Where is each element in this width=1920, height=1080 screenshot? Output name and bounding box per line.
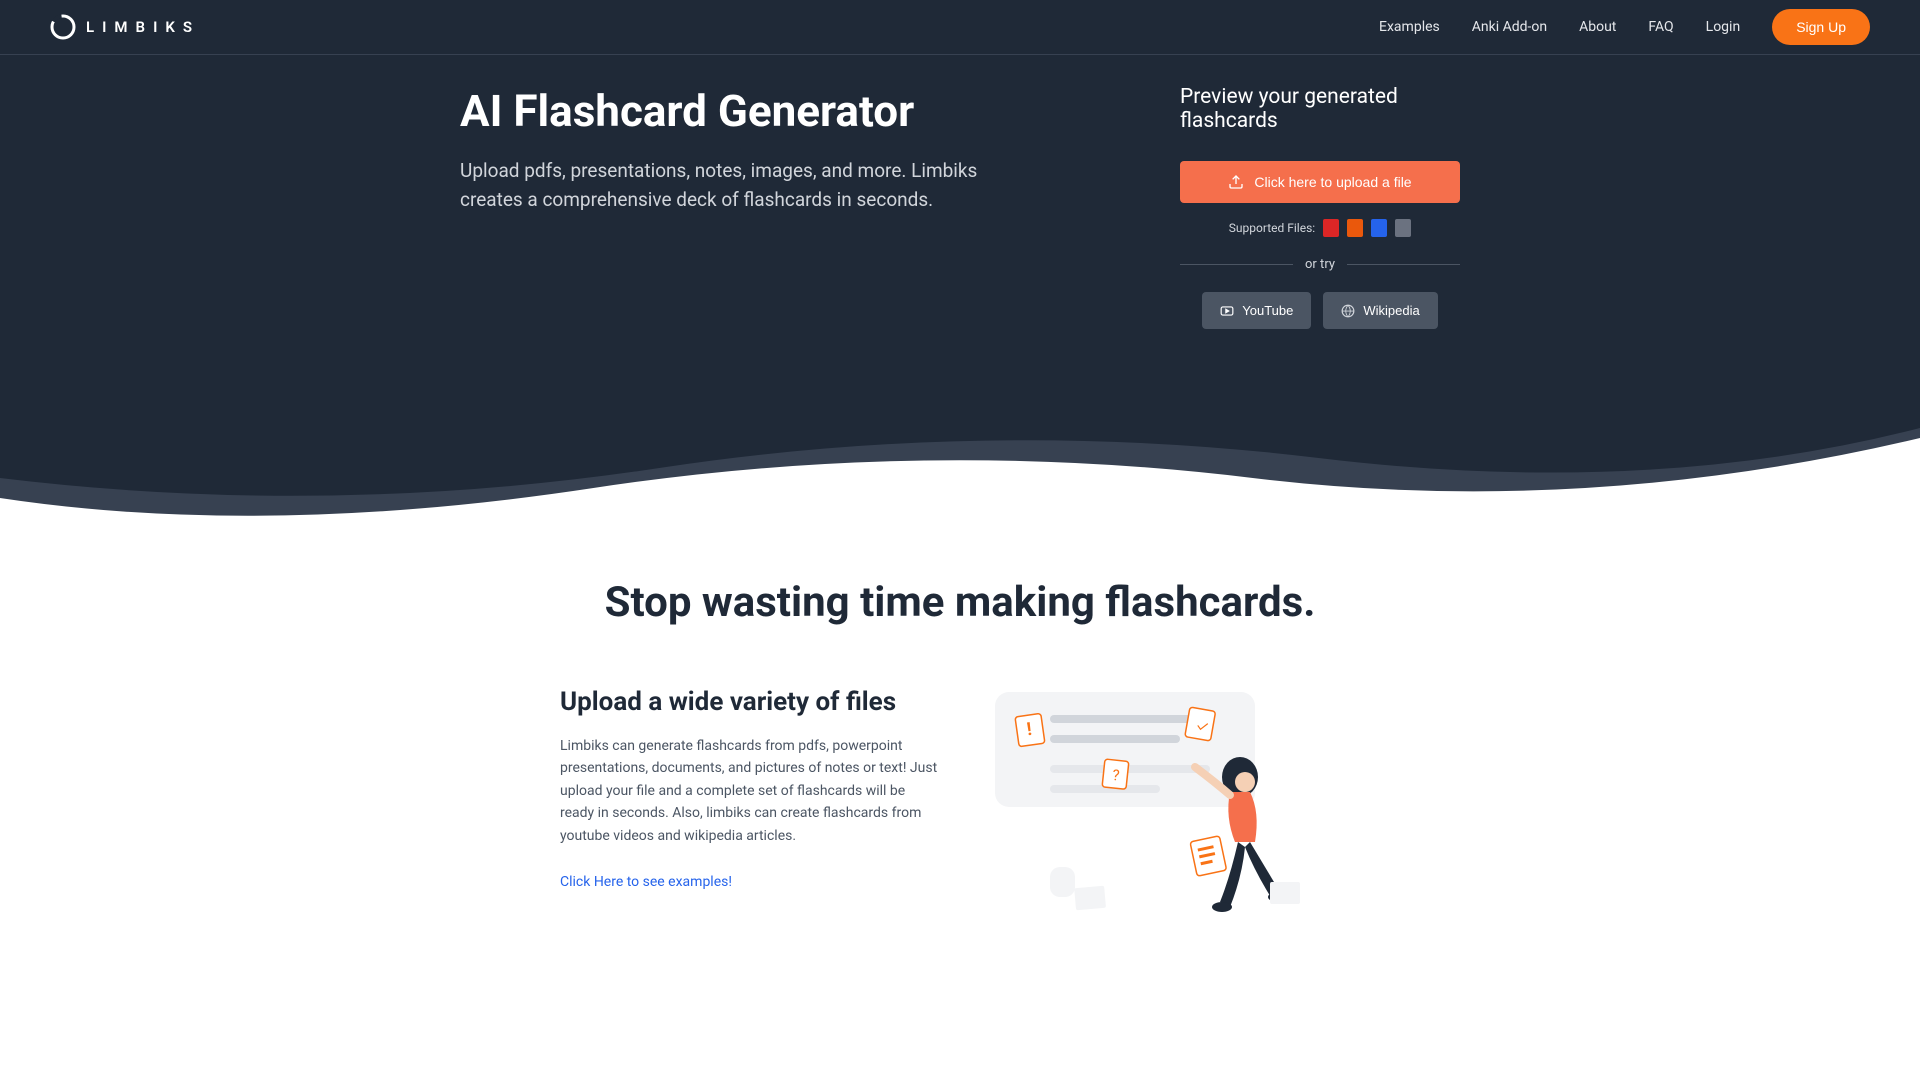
signup-button[interactable]: Sign Up bbox=[1772, 9, 1870, 45]
supported-files: Supported Files: bbox=[1180, 219, 1460, 237]
section-2: Stop wasting time making flashcards. Upl… bbox=[0, 558, 1920, 977]
youtube-icon bbox=[1220, 304, 1234, 318]
feature-desc: Limbiks can generate flashcards from pdf… bbox=[560, 735, 940, 847]
nav-about[interactable]: About bbox=[1579, 19, 1616, 35]
logo[interactable]: LIMBIKS bbox=[50, 14, 200, 40]
divider: or try bbox=[1180, 257, 1460, 272]
nav-anki[interactable]: Anki Add-on bbox=[1472, 19, 1547, 35]
nav-examples[interactable]: Examples bbox=[1379, 19, 1440, 35]
upload-button[interactable]: Click here to upload a file bbox=[1180, 161, 1460, 203]
feature-title: Upload a wide variety of files bbox=[560, 687, 940, 717]
wikipedia-button[interactable]: Wikipedia bbox=[1323, 292, 1437, 329]
pdf-icon bbox=[1323, 219, 1339, 237]
or-try-label: or try bbox=[1305, 257, 1335, 272]
header: LIMBIKS Examples Anki Add-on About FAQ L… bbox=[0, 0, 1920, 55]
examples-link[interactable]: Click Here to see examples! bbox=[560, 874, 732, 890]
hero-title: AI Flashcard Generator bbox=[460, 85, 980, 137]
upload-label: Click here to upload a file bbox=[1254, 174, 1411, 190]
nav-faq[interactable]: FAQ bbox=[1648, 19, 1673, 35]
nav: Examples Anki Add-on About FAQ Login Sig… bbox=[1379, 9, 1870, 45]
wave-divider bbox=[0, 408, 1920, 558]
youtube-label: YouTube bbox=[1242, 303, 1293, 318]
brand-name: LIMBIKS bbox=[86, 18, 200, 36]
youtube-button[interactable]: YouTube bbox=[1202, 292, 1311, 329]
doc-icon bbox=[1371, 219, 1387, 237]
logo-icon bbox=[50, 14, 76, 40]
ppt-icon bbox=[1347, 219, 1363, 237]
feature-illustration: ! ✓ ? bbox=[990, 687, 1350, 917]
hero-section: AI Flashcard Generator Upload pdfs, pres… bbox=[0, 55, 1920, 409]
section2-headline: Stop wasting time making flashcards. bbox=[50, 578, 1870, 627]
wikipedia-label: Wikipedia bbox=[1363, 303, 1419, 318]
hero-subtitle: Upload pdfs, presentations, notes, image… bbox=[460, 157, 980, 214]
preview-title: Preview your generated flashcards bbox=[1180, 85, 1460, 133]
img-icon bbox=[1395, 219, 1411, 237]
nav-login[interactable]: Login bbox=[1706, 19, 1741, 35]
wikipedia-icon bbox=[1341, 304, 1355, 318]
upload-icon bbox=[1228, 174, 1244, 190]
supported-label: Supported Files: bbox=[1229, 221, 1315, 235]
